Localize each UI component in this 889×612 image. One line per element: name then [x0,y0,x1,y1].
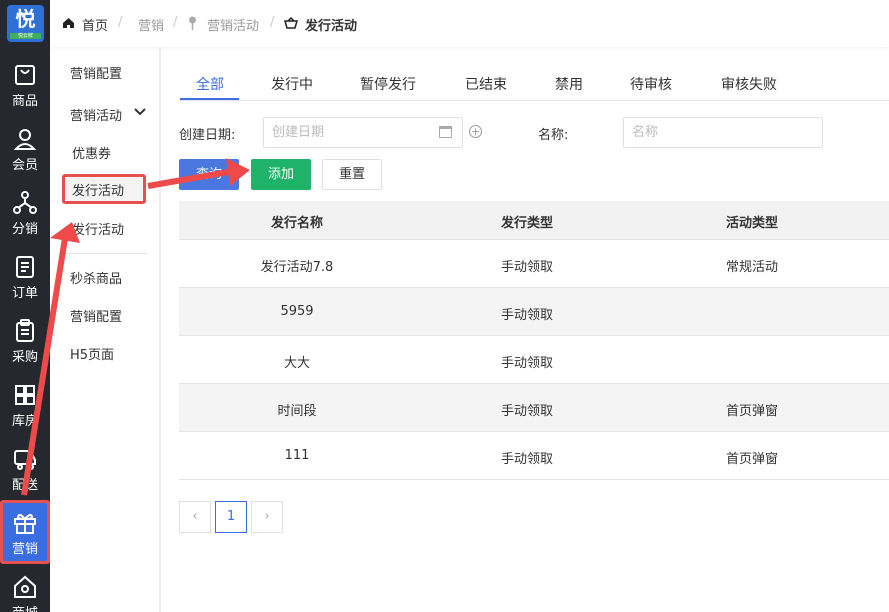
submenu-marketing-config[interactable]: 营销配置 [70,63,122,82]
cell-activity-type: 首页弹窗 [725,452,778,467]
home-icon [14,575,36,598]
breadcrumb-marketing-activity[interactable]: 营销活动 [207,15,259,34]
submenu-issue-activity[interactable]: 发行活动 [72,219,124,238]
nav-goods-label: 商品 [11,94,38,109]
name-filter-placeholder: 名称 [632,125,659,140]
submenu-divider [60,253,147,254]
user-icon [13,129,37,150]
table-row[interactable]: 大大 手动领取 [179,336,889,384]
logo-subtitle: 悦云鲜 [10,33,41,39]
main-sidebar: 悦 悦云鲜 商品 会员 分销 订单 采购 库房 配送 营销 商城 [0,0,50,612]
tab-paused[interactable]: 暂停发行 [360,74,416,94]
cell-issue-name: 5959 [280,304,314,319]
breadcrumb-sep: / [173,15,178,30]
cell-issue-name: 发行活动7.8 [260,260,334,275]
reset-button[interactable]: 重置 [322,159,382,190]
home-icon [63,18,74,28]
activity-table: 发行名称 发行类型 活动类型 发行活动7.8 手动领取 常规活动 5959 手动… [179,201,889,480]
breadcrumb-marketing[interactable]: 营销 [138,15,164,34]
header-issue-name: 发行名称 [270,216,323,231]
submenu-flash-sale[interactable]: 秒杀商品 [70,268,122,287]
calendar-icon [439,126,452,138]
nav-distribution-label: 分销 [11,222,38,237]
name-filter-input[interactable]: 名称 [623,117,823,148]
nav-members[interactable]: 会员 [0,116,50,180]
nav-warehouse-label: 库房 [11,414,38,429]
date-filter-label: 创建日期: [179,128,236,143]
date-filter-input[interactable]: 创建日期 [263,117,463,148]
query-button[interactable]: 查询 [179,159,239,190]
nav-purchase-label: 采购 [11,350,38,365]
pin-icon [189,16,196,30]
add-circle-icon[interactable]: + [469,125,482,138]
submenu-h5-page[interactable]: H5页面 [70,344,114,363]
gift-icon [14,513,36,534]
name-filter-label: 名称: [538,128,569,143]
tab-disabled[interactable]: 禁用 [555,74,583,94]
nav-warehouse[interactable]: 库房 [0,372,50,436]
cell-issue-name: 111 [284,448,310,463]
cell-issue-type: 手动领取 [500,452,553,467]
breadcrumb-current: 发行活动 [305,19,358,34]
cell-issue-name: 时间段 [277,404,317,419]
nav-orders[interactable]: 订单 [0,244,50,308]
nav-mall[interactable]: 商城 [0,564,50,612]
nav-delivery[interactable]: 配送 [0,436,50,500]
table-row[interactable]: 时间段 手动领取 首页弹窗 [179,384,889,432]
submenu-issue-activity-active[interactable]: 发行活动 [72,180,124,199]
truck-icon [14,450,36,470]
add-button[interactable]: 添加 [251,159,311,190]
header-issue-type: 发行类型 [500,216,553,231]
chevron-down-icon [134,108,146,116]
cell-issue-type: 手动领取 [500,260,553,275]
table-row[interactable]: 111 手动领取 首页弹窗 [179,432,889,480]
cell-issue-type: 手动领取 [500,308,553,323]
cell-activity-type: 首页弹窗 [725,404,778,419]
cell-issue-name: 大大 [283,356,310,371]
nav-marketing[interactable]: 营销 [0,500,50,564]
cell-issue-type: 手动领取 [500,356,553,371]
logo-glyph: 悦 [15,7,36,31]
tab-ended[interactable]: 已结束 [465,74,507,94]
submenu-marketing-config-2[interactable]: 营销配置 [70,306,122,325]
date-filter-placeholder: 创建日期 [272,125,325,140]
submenu-coupon[interactable]: 优惠券 [72,143,111,162]
nav-mall-label: 商城 [0,602,50,612]
breadcrumb-home[interactable]: 首页 [82,15,108,34]
table-header: 发行名称 发行类型 活动类型 [179,201,889,240]
nav-delivery-label: 配送 [11,478,38,493]
prev-page-button[interactable]: ‹ [179,501,211,533]
tab-all[interactable]: 全部 [196,74,224,94]
nav-members-label: 会员 [11,158,38,173]
header-activity-type: 活动类型 [725,216,778,231]
tab-review-failed[interactable]: 审核失败 [721,74,777,94]
app-logo[interactable]: 悦 悦云鲜 [7,5,44,42]
breadcrumb-sep: / [270,15,275,30]
nav-purchase[interactable]: 采购 [0,308,50,372]
cell-issue-type: 手动领取 [500,404,553,419]
network-icon [13,191,37,214]
bag-icon [15,65,35,85]
breadcrumb-sep: / [118,15,123,30]
nav-marketing-label: 营销 [11,542,38,557]
nav-distribution[interactable]: 分销 [0,180,50,244]
status-tabs: 全部 发行中 暂停发行 已结束 禁用 待审核 审核失败 [180,66,889,101]
next-page-button[interactable]: › [251,501,283,533]
nav-goods[interactable]: 商品 [0,52,50,116]
submenu-marketing-activity[interactable]: 营销活动 [70,105,122,124]
basket-icon [284,17,298,29]
page-1-button[interactable]: 1 [215,501,247,533]
tab-issuing[interactable]: 发行中 [271,74,313,94]
clipboard-icon [16,319,34,342]
document-icon [16,256,34,278]
table-row[interactable]: 发行活动7.8 手动领取 常规活动 [179,240,889,288]
nav-orders-label: 订单 [11,286,38,301]
cell-activity-type: 常规活动 [725,260,778,275]
table-row[interactable]: 5959 手动领取 [179,288,889,336]
tab-pending-review[interactable]: 待审核 [630,74,672,94]
tab-active-indicator [180,98,239,100]
grid-icon [15,385,35,405]
